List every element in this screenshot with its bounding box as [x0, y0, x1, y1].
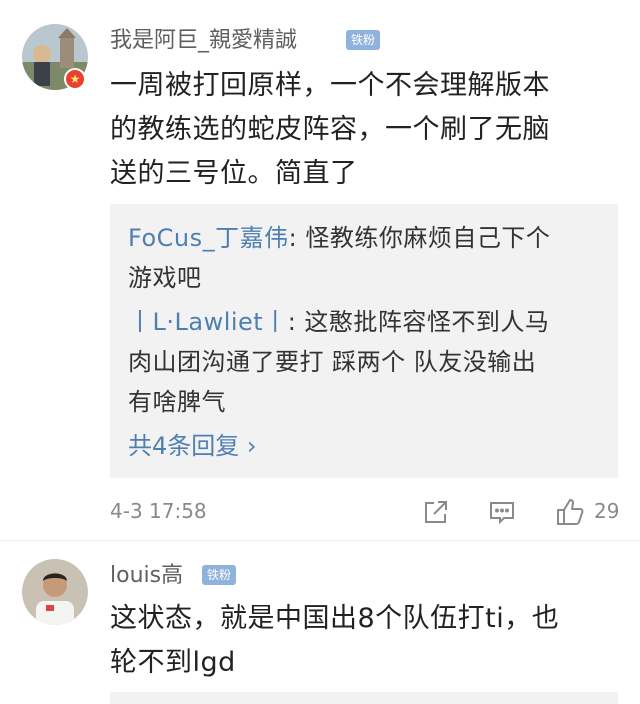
- fan-badge: 铁粉: [346, 30, 381, 50]
- reply-box[interactable]: FoCus_丁嘉伟: 怪教练你麻烦自己下个 游戏吧 丨L·Lawliet丨: 这…: [110, 204, 618, 478]
- verified-badge-icon: ★: [64, 68, 86, 90]
- reply-item: 丨L·Lawliet丨: 这憨批阵容怪不到人马 肉山团沟通了要打 踩两个 队友没…: [128, 302, 549, 422]
- comment-item: ★ 我是阿巨_親愛精誠 铁粉 一周被打回原样，一个不会理解版本 的教练选的蛇皮阵…: [0, 0, 640, 540]
- comment-username[interactable]: 我是阿巨_親愛精誠: [110, 26, 297, 56]
- comment-item: louis高 铁粉 这状态，就是中国出8个队伍打ti，也 轮不到lgd: [0, 541, 640, 704]
- comment-icon[interactable]: [486, 496, 518, 528]
- comment-content: 这状态，就是中国出8个队伍打ti，也 轮不到lgd: [110, 597, 559, 685]
- more-replies-link[interactable]: 共4条回复 ›: [128, 426, 257, 466]
- reply-username[interactable]: 丨L·Lawliet丨: [128, 308, 288, 336]
- reply-text: 游戏吧: [128, 264, 202, 292]
- reply-item: FoCus_丁嘉伟: 怪教练你麻烦自己下个 游戏吧: [128, 218, 550, 298]
- thumbs-up-icon[interactable]: [554, 496, 586, 528]
- content-line: 轮不到lgd: [110, 647, 236, 678]
- comment-timestamp: 4-3 17:58: [110, 499, 207, 523]
- content-line: 送的三号位。简直了: [110, 158, 358, 189]
- fan-badge: 铁粉: [202, 565, 237, 585]
- reply-text: : 这憨批阵容怪不到人马: [287, 308, 550, 336]
- reply-text: : 怪教练你麻烦自己下个: [288, 224, 551, 252]
- comment-actions: 4-3 17:58 29: [110, 494, 630, 530]
- comment-content: 一周被打回原样，一个不会理解版本 的教练选的蛇皮阵容，一个刷了无脑 送的三号位。…: [110, 64, 550, 196]
- content-line: 这状态，就是中国出8个队伍打ti，也: [110, 603, 560, 634]
- reply-text: 有啥脾气: [128, 388, 226, 416]
- content-line: 的教练选的蛇皮阵容，一个刷了无脑: [110, 114, 550, 145]
- reply-text: 肉山团沟通了要打 踩两个 队友没输出: [128, 348, 537, 376]
- content-line: 一周被打回原样，一个不会理解版本: [110, 70, 550, 101]
- comment-username[interactable]: louis高: [110, 561, 183, 591]
- share-icon[interactable]: [420, 496, 452, 528]
- reply-username[interactable]: FoCus_丁嘉伟: [128, 224, 289, 252]
- reply-box[interactable]: [110, 692, 618, 704]
- avatar[interactable]: [22, 559, 88, 625]
- like-count: 29: [594, 499, 620, 523]
